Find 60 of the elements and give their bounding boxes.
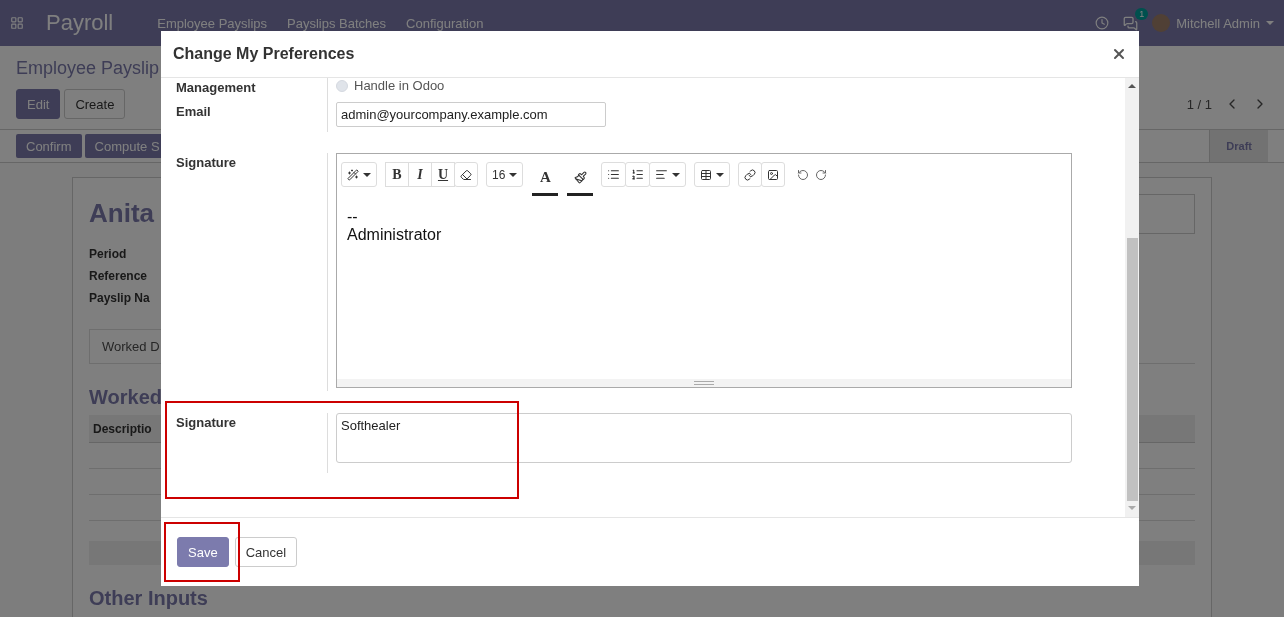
field-label: Signature: [176, 154, 237, 172]
scrollbar[interactable]: [1125, 78, 1139, 517]
redo-icon: [815, 168, 828, 181]
avatar: [1152, 14, 1171, 32]
format-button[interactable]: I: [408, 162, 432, 187]
message-count-badge: 1: [1135, 7, 1149, 20]
undo-icon: [797, 168, 810, 181]
user-menu[interactable]: Mitchell Admin: [1152, 14, 1274, 32]
close-icon: [1111, 46, 1127, 62]
action-button[interactable]: Confirm: [16, 134, 82, 158]
radio-label: Handle in Odoo: [354, 78, 445, 93]
style-button[interactable]: [341, 162, 377, 187]
section-title: Other Inputs: [89, 587, 209, 610]
field-label: Signature: [176, 414, 237, 432]
image-icon: [767, 168, 780, 181]
employee-name: Anita: [89, 198, 154, 229]
table-icon: [700, 168, 713, 181]
format-button[interactable]: B: [385, 162, 409, 187]
align-button[interactable]: [649, 162, 687, 187]
signature-line: Administrator: [347, 226, 443, 244]
numbered-list-icon: [631, 168, 645, 181]
dialog-title: Change My Preferences: [173, 45, 355, 63]
apps-grid-icon: [10, 16, 24, 30]
numbered-list-button[interactable]: [625, 162, 651, 187]
menu-item[interactable]: Configuration: [406, 15, 484, 31]
app-title: Payroll: [46, 10, 114, 36]
signature-line: --: [347, 208, 359, 226]
section-title: Worked: [89, 386, 163, 409]
email-field[interactable]: admin@yourcompany.example.com: [336, 102, 606, 127]
menu-item[interactable]: Payslips Batches: [287, 15, 387, 31]
close-button[interactable]: [1111, 46, 1127, 62]
field-label: Email: [176, 103, 212, 121]
bullet-list-icon: [607, 168, 621, 181]
link-button[interactable]: [738, 162, 763, 187]
menu-item[interactable]: Employee Payslips: [157, 15, 268, 31]
caret-icon: [1266, 21, 1274, 25]
eraser-icon: [460, 168, 472, 181]
save-button[interactable]: Save: [177, 537, 229, 567]
table-button[interactable]: [694, 162, 731, 187]
clock-icon: [1095, 16, 1110, 30]
brush-icon: [573, 171, 587, 184]
edit-button[interactable]: Edit: [16, 89, 61, 119]
bullet-list-button[interactable]: [601, 162, 627, 187]
eraser-button[interactable]: [454, 162, 478, 187]
radio-button[interactable]: [336, 79, 348, 92]
field-label: Reference: [89, 269, 148, 283]
field-label: Payslip Na: [89, 291, 150, 305]
format-button[interactable]: U: [431, 162, 455, 187]
rich-text-editor[interactable]: B I U 16 A -- Administrator: [336, 153, 1072, 388]
magic-wand-icon: [347, 168, 359, 181]
image-button[interactable]: [761, 162, 786, 187]
align-left-icon: [655, 168, 669, 181]
pager-counter: 1 / 1: [1186, 96, 1212, 112]
font-size-button[interactable]: 16: [486, 162, 524, 187]
field-label: Period: [89, 247, 127, 261]
create-button[interactable]: Create: [64, 89, 126, 119]
field-label: Management: [176, 79, 257, 97]
resize-handle[interactable]: [337, 379, 1071, 387]
link-icon: [744, 168, 757, 181]
signature-field[interactable]: Softhealer: [336, 413, 1072, 463]
